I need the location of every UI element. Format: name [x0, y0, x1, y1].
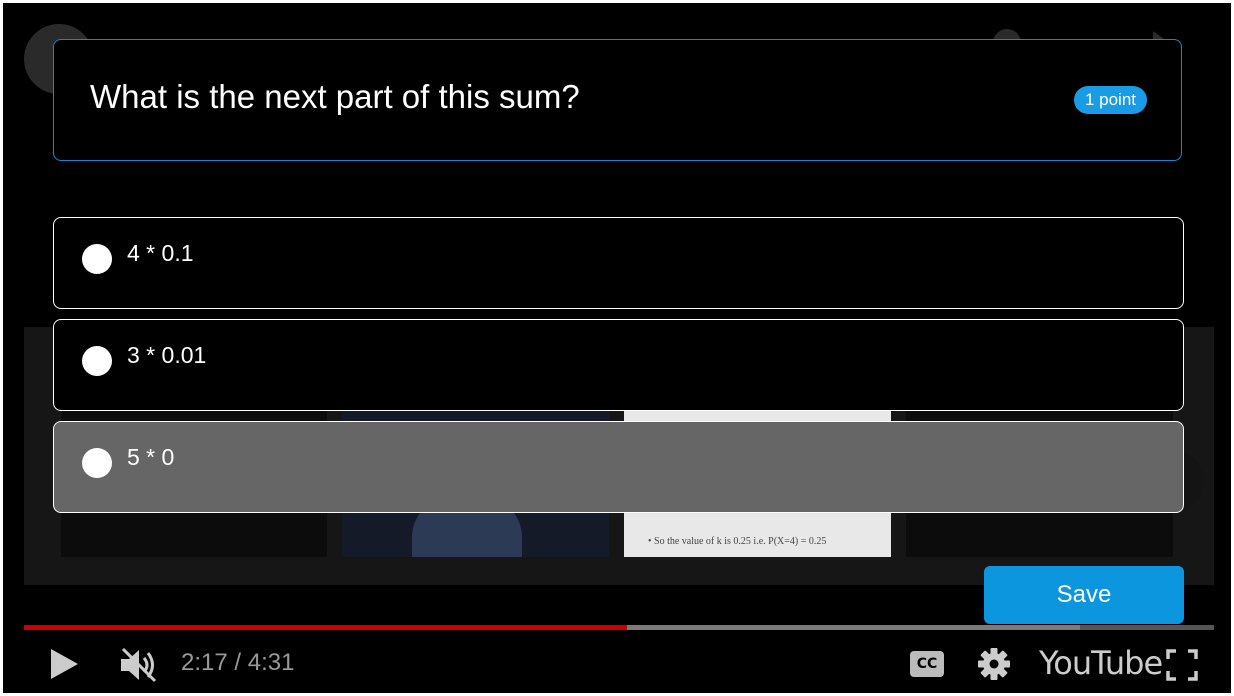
- fullscreen-icon[interactable]: [1166, 649, 1198, 681]
- question-text: What is the next part of this sum?: [90, 78, 580, 115]
- progress-played: [24, 625, 628, 630]
- play-icon[interactable]: [51, 649, 78, 679]
- answer-option-1[interactable]: 4 * 0.1: [53, 217, 1184, 309]
- answer-label: 5 * 0: [127, 444, 175, 470]
- captions-icon[interactable]: CC: [910, 651, 944, 677]
- answer-option-2[interactable]: 3 * 0.01: [53, 319, 1184, 411]
- player-controls: 2:17 / 4:31 CC YouTube: [3, 631, 1231, 693]
- time-display: 2:17 / 4:31: [181, 649, 295, 676]
- video-player: • So the value of k is 0.25 i.e. P(X=4) …: [3, 3, 1231, 693]
- gear-icon[interactable]: [977, 647, 1011, 681]
- question-card: What is the next part of this sum? 1 poi…: [53, 39, 1182, 161]
- radio-button[interactable]: [82, 448, 112, 478]
- muted-speaker-icon[interactable]: [119, 647, 159, 683]
- slide-text: • So the value of k is 0.25 i.e. P(X=4) …: [648, 536, 827, 547]
- progress-bar[interactable]: [24, 625, 1214, 630]
- radio-button[interactable]: [82, 244, 112, 274]
- radio-button[interactable]: [82, 346, 112, 376]
- points-badge: 1 point: [1073, 86, 1147, 114]
- answer-label: 4 * 0.1: [127, 240, 194, 266]
- answer-label: 3 * 0.01: [127, 342, 207, 368]
- save-button[interactable]: Save: [984, 566, 1184, 624]
- answer-option-3[interactable]: 5 * 0: [53, 421, 1184, 513]
- youtube-logo[interactable]: YouTube: [1039, 644, 1163, 682]
